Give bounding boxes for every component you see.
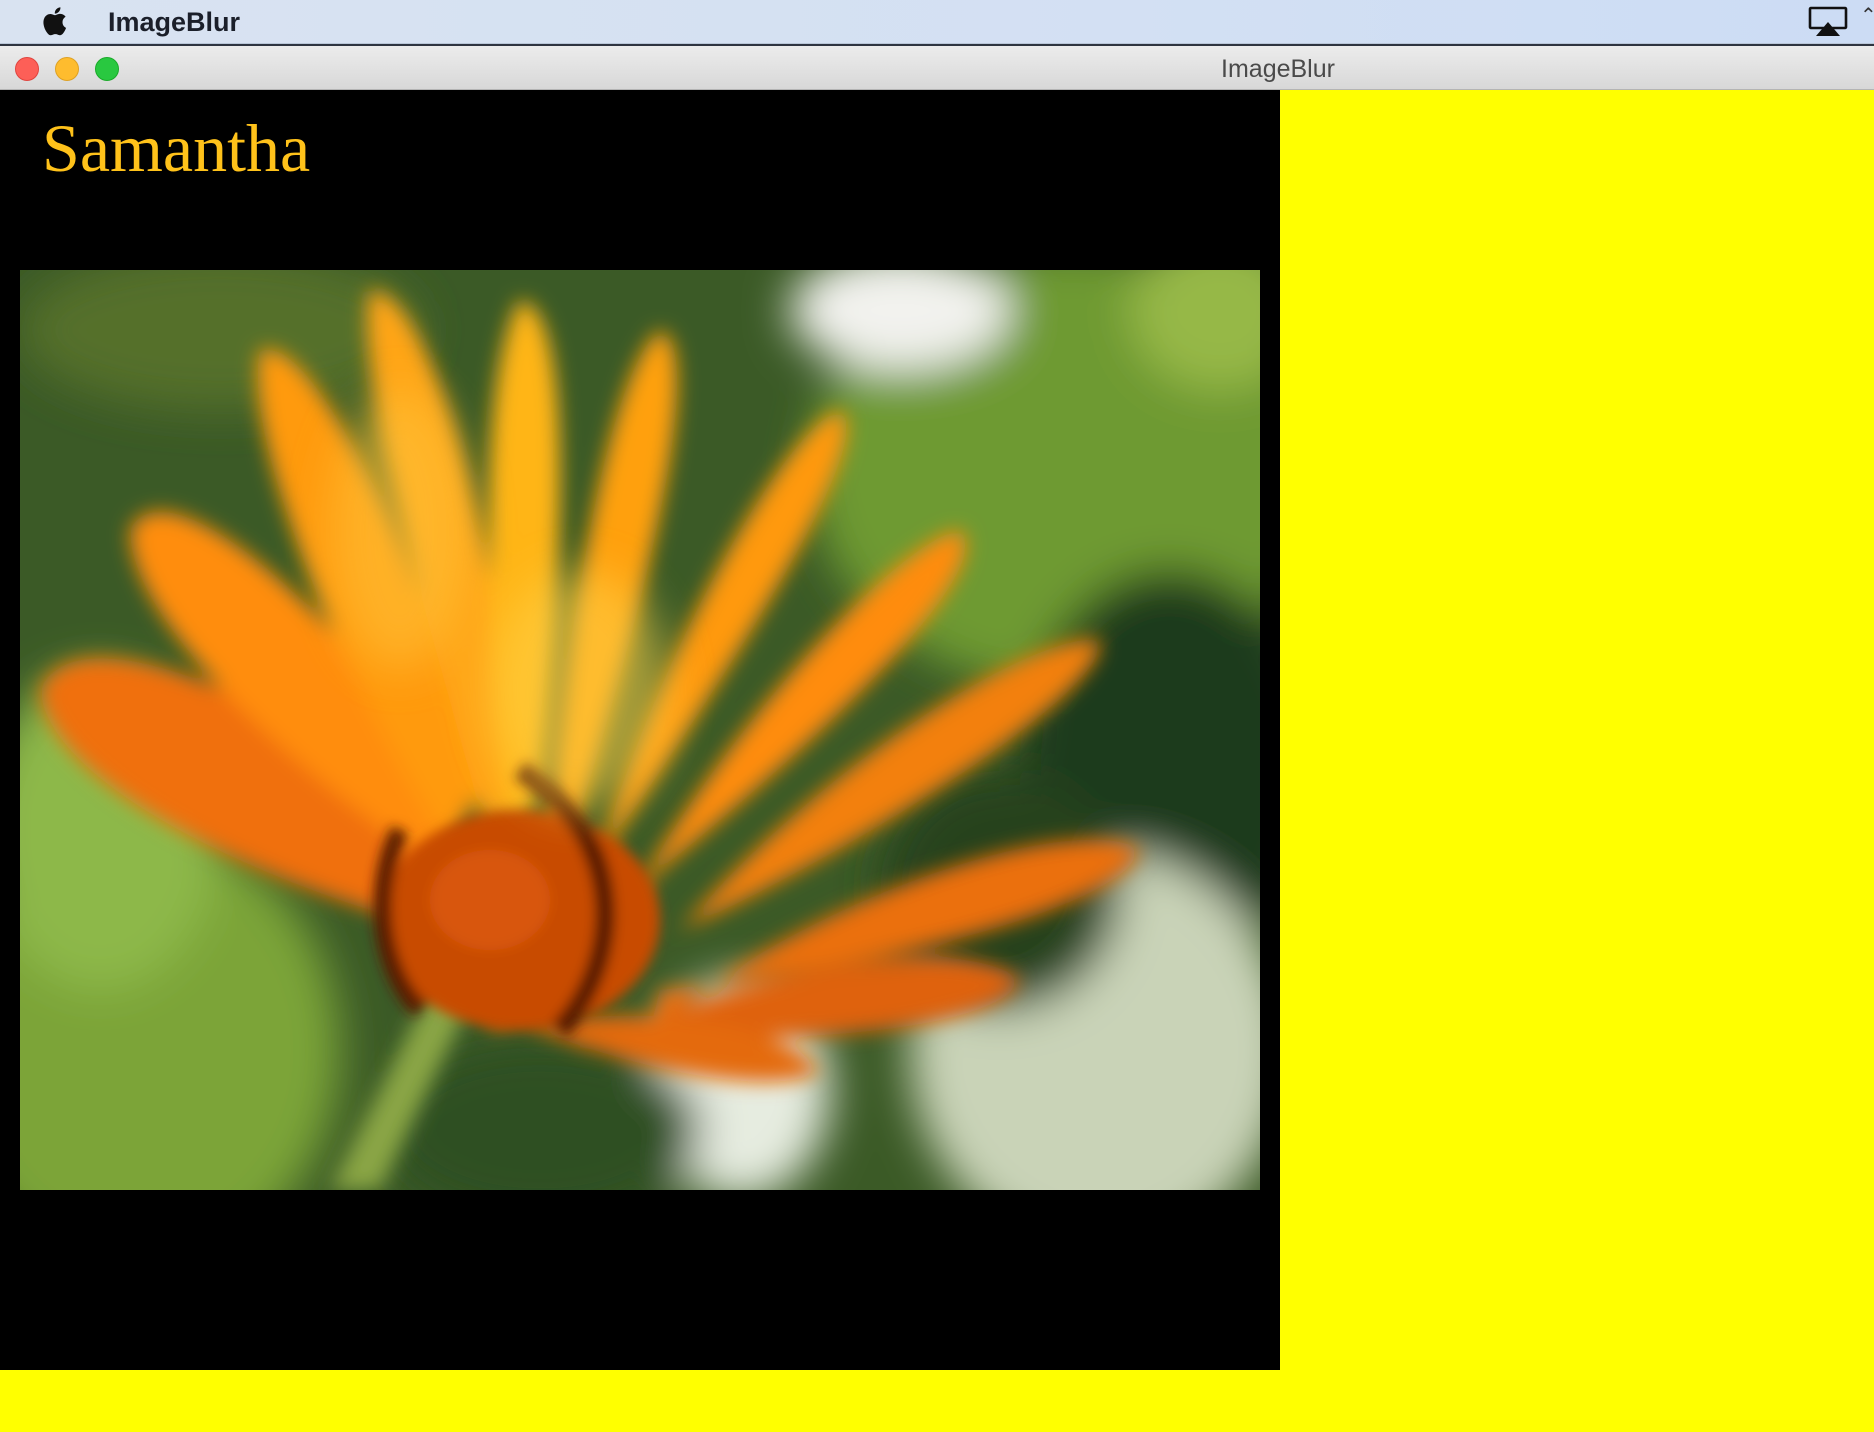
window-title: ImageBlur bbox=[1221, 55, 1335, 83]
flower-photo-graphic bbox=[20, 270, 1260, 1190]
app-menu-name[interactable]: ImageBlur bbox=[108, 6, 240, 38]
airplay-icon[interactable] bbox=[1808, 6, 1848, 38]
window-titlebar[interactable]: ImageBlur bbox=[0, 44, 1874, 90]
blurred-flower-image bbox=[20, 270, 1260, 1190]
apple-icon[interactable] bbox=[40, 4, 72, 38]
menubar-overflow-glyph: ⌃ bbox=[1860, 5, 1874, 27]
name-heading: Samantha bbox=[42, 110, 311, 186]
menu-bar: ImageBlur ⌃ bbox=[0, 0, 1874, 44]
